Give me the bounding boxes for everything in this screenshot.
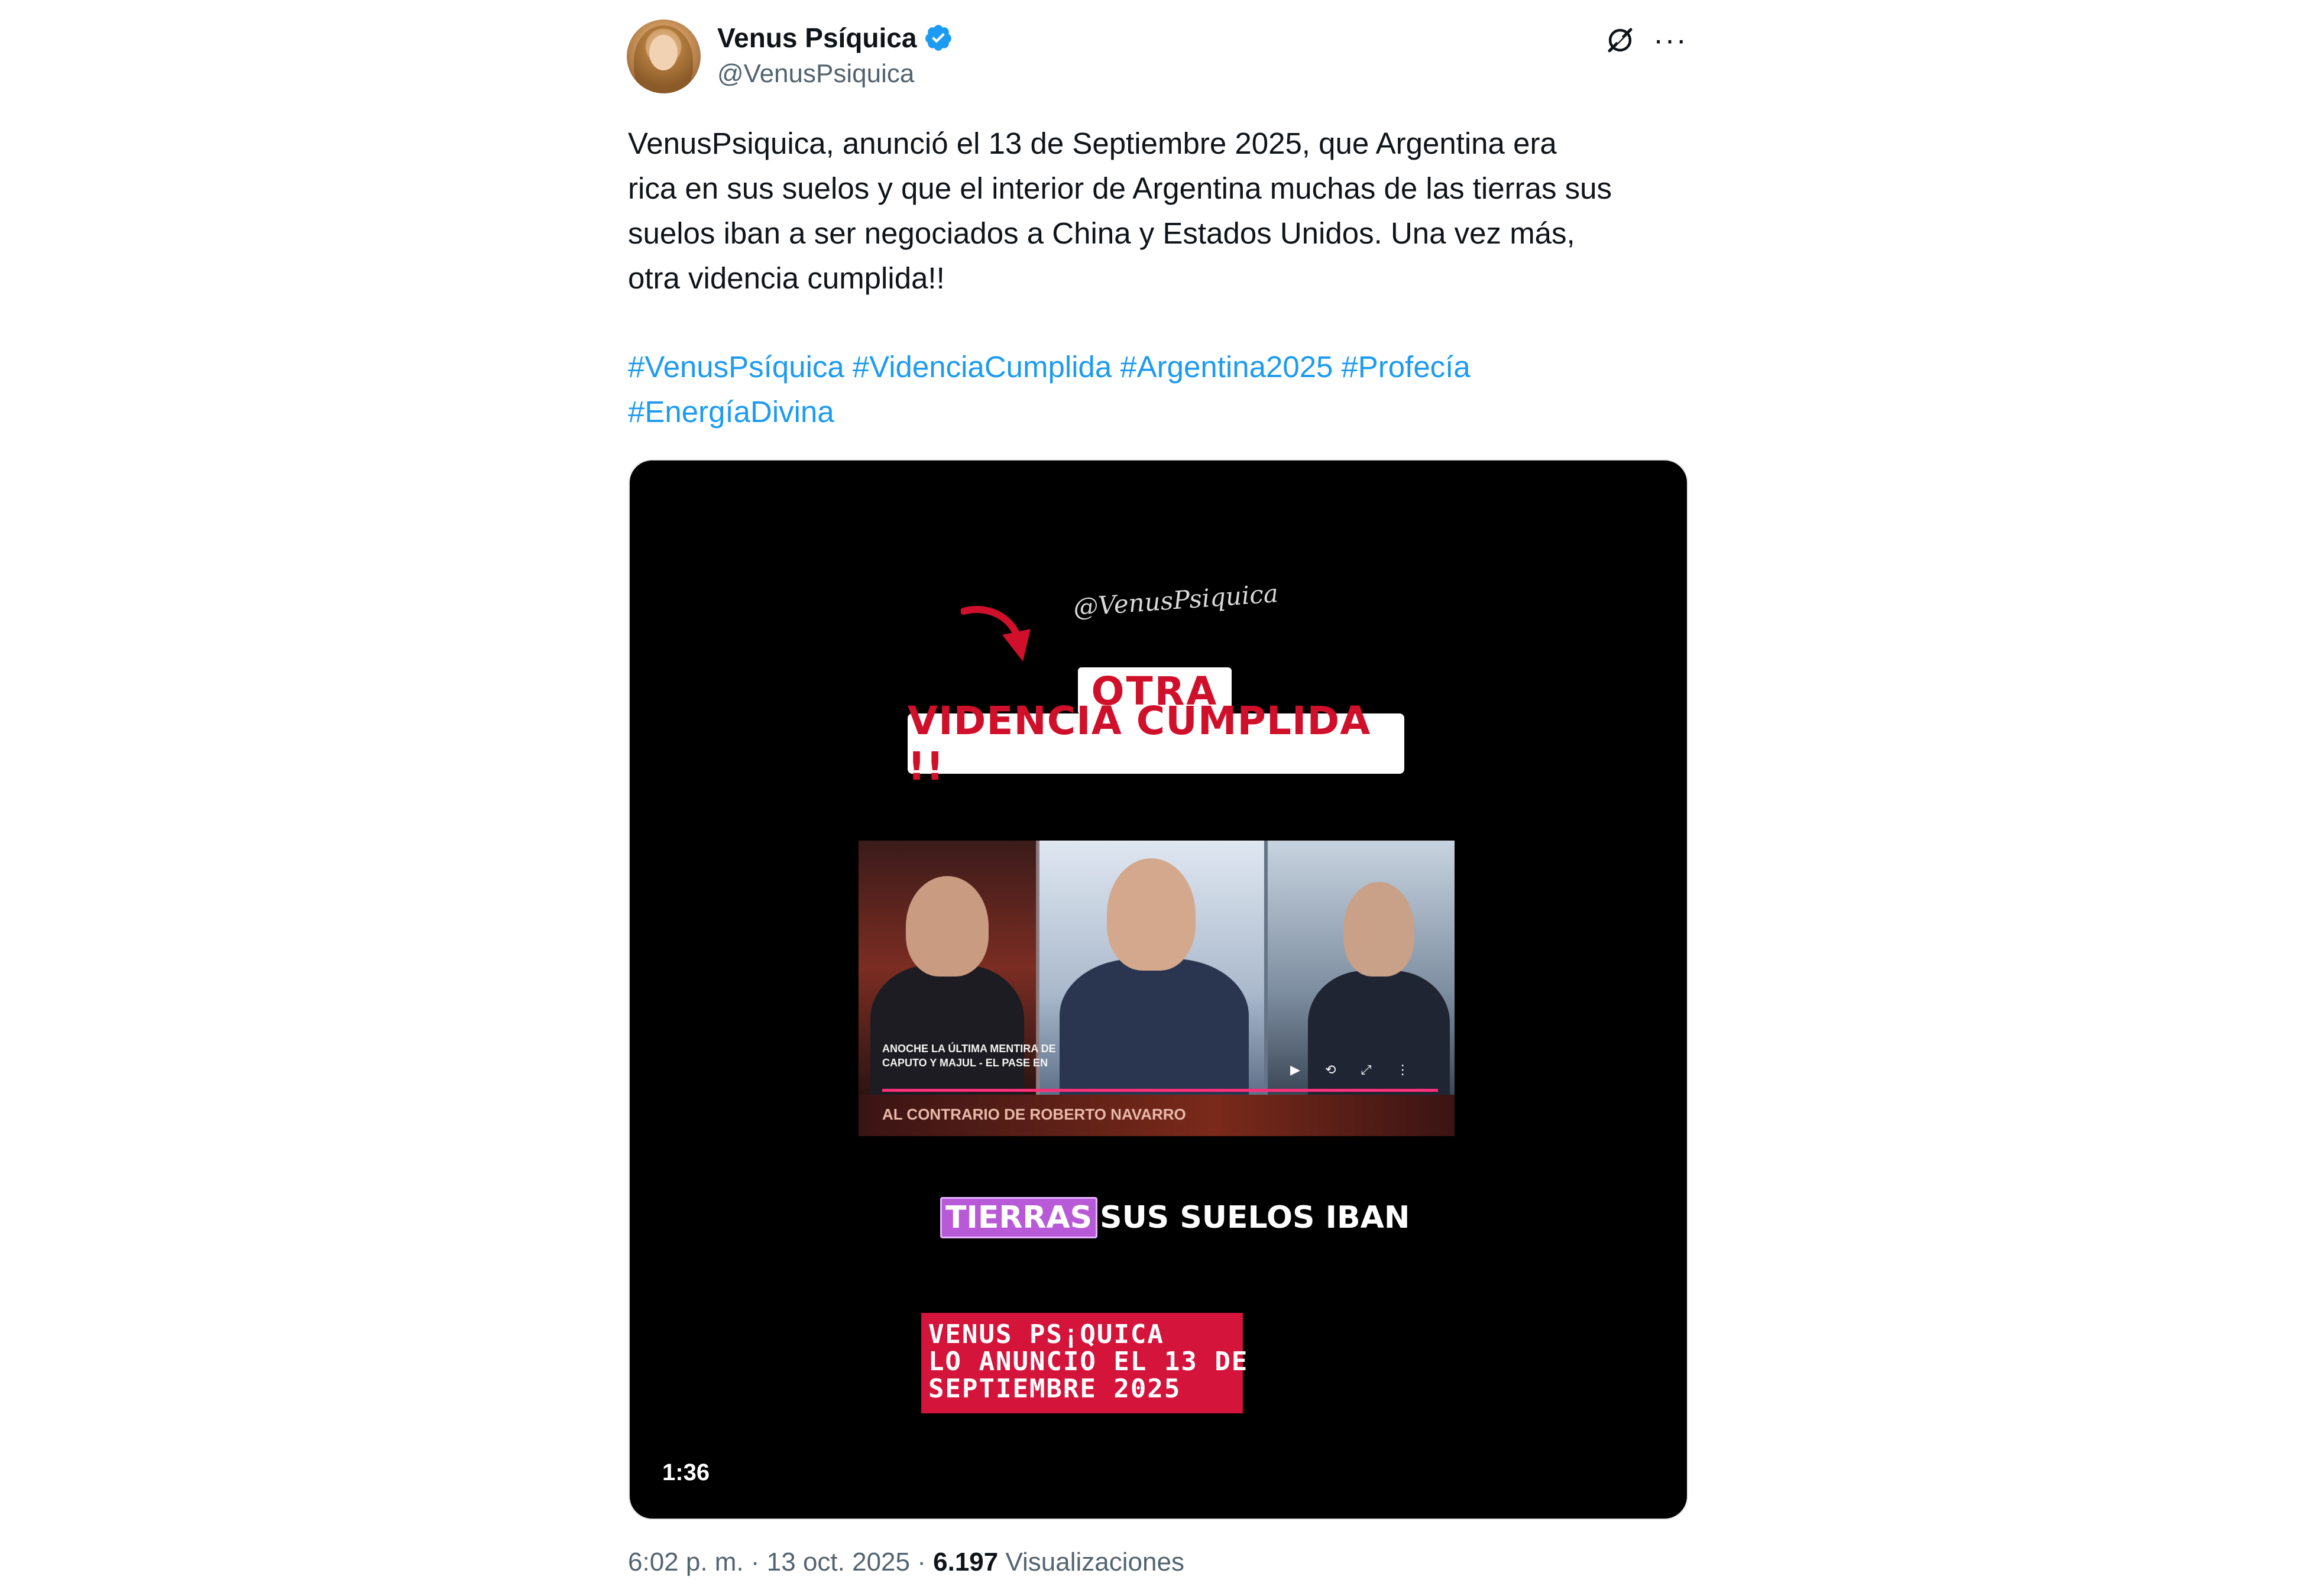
video-clip-frame: ANOCHE LA ÚLTIMA MENTIRA DE CAPUTO Y MAJ…: [859, 841, 1455, 1136]
views-label: Visualizaciones: [1005, 1548, 1184, 1576]
hashtag-link[interactable]: #VenusPsíquica: [628, 350, 844, 384]
tweet-meta: 6:02 p. m. · 13 oct. 2025 · 6.197 Visual…: [628, 1548, 1184, 1577]
hashtag-link[interactable]: #VidenciaCumplida: [853, 350, 1112, 384]
announcement-line: SEPTIEMBRE 2025: [928, 1374, 1181, 1404]
clip-progress-bar: [882, 1089, 1438, 1092]
announcement-line: VENUS PS¡QUICA: [928, 1319, 1164, 1350]
avatar[interactable]: [627, 20, 701, 93]
announcement-box: VENUS PS¡QUICA LO ANUNCIO EL 13 DE SEPTI…: [921, 1313, 1249, 1413]
video-subtitle: TIERRAS SUS SUELOS IBAN: [940, 1196, 1410, 1239]
video-banner: OTRA VIDENCIA CUMPLIDA !!: [908, 667, 1404, 789]
grok-icon: [1608, 28, 1633, 53]
banner-line-2: VIDENCIA CUMPLIDA !!: [908, 698, 1404, 789]
more-icon: ···: [1653, 23, 1688, 57]
tweet-text: VenusPsiquica, anunció el 13 de Septiemb…: [628, 126, 1612, 295]
video-watermark: @VenusPsiquica: [1072, 578, 1280, 622]
clip-chyron: AL CONTRARIO DE ROBERTO NAVARRO: [882, 1105, 1186, 1123]
video-player[interactable]: @VenusPsiquica OTRA VIDENCIA CUMPLIDA !!…: [629, 459, 1688, 1520]
announcement-line: LO ANUNCIO EL 13 DE: [928, 1347, 1249, 1377]
grok-button[interactable]: [1599, 20, 1641, 61]
hashtag-link[interactable]: #Profecía: [1341, 350, 1470, 384]
clip-controls-icon: ▶ ⟲ ⤢ ⋮: [1290, 1062, 1420, 1077]
author-handle[interactable]: @VenusPsiquica: [717, 59, 914, 89]
subtitle-highlight: TIERRAS: [940, 1197, 1098, 1238]
clip-caption: ANOCHE LA ÚLTIMA MENTIRA DE CAPUTO Y MAJ…: [882, 1043, 1056, 1069]
author-display-name[interactable]: Venus Psíquica: [717, 22, 916, 54]
tweet: Venus Psíquica @VenusPsiquica ··· VenusP…: [0, 0, 2306, 1596]
hashtag-link[interactable]: #EnergíaDivina: [628, 395, 834, 429]
meta-separator: ·: [917, 1548, 926, 1576]
hashtag-link[interactable]: #Argentina2025: [1120, 350, 1333, 384]
video-duration: 1:36: [662, 1459, 710, 1485]
views-count: 6.197: [933, 1548, 999, 1576]
hashtags: #VenusPsíquica #VidenciaCumplida #Argentin…: [628, 345, 1704, 434]
verified-badge-icon: [925, 25, 952, 51]
author-name-row: Venus Psíquica: [717, 20, 953, 56]
tweet-timestamp[interactable]: 6:02 p. m. · 13 oct. 2025: [628, 1548, 910, 1576]
subtitle-rest: SUS SUELOS IBAN: [1100, 1200, 1410, 1235]
more-options-button[interactable]: ···: [1650, 20, 1691, 61]
red-arrow-icon: [961, 605, 1031, 661]
